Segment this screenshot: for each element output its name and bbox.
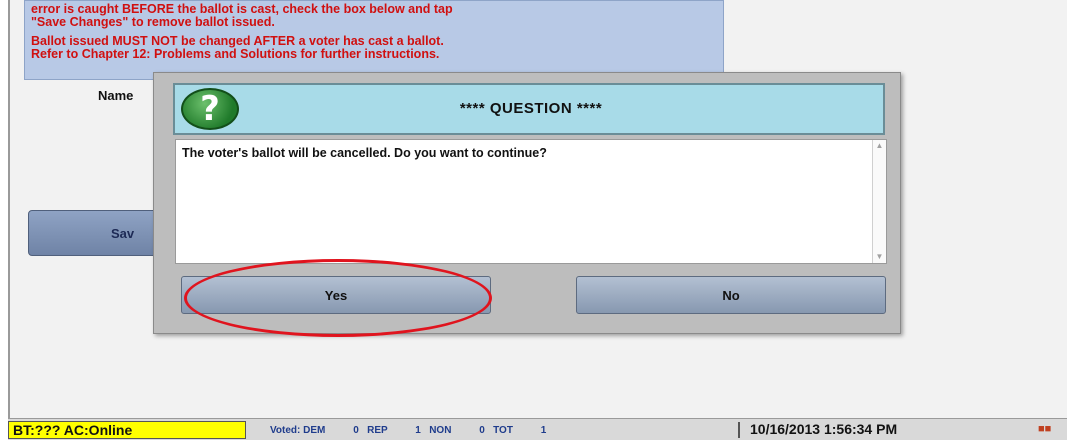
datetime: 10/16/2013 1:56:34 PM xyxy=(750,421,898,437)
no-button[interactable]: No xyxy=(576,276,886,314)
status-separator xyxy=(738,422,740,438)
info-line-3: Ballot issued MUST NOT be changed AFTER … xyxy=(31,34,444,48)
scroll-down-icon[interactable]: ▼ xyxy=(873,251,886,263)
non-label: NON xyxy=(429,425,452,436)
name-label: Name xyxy=(98,88,134,103)
dialog-title: **** QUESTION **** xyxy=(459,100,603,117)
rep-count: 1 xyxy=(415,425,421,436)
dem-label: DEM xyxy=(303,425,326,436)
tot-count: 1 xyxy=(540,425,547,436)
dialog-header: ? **** QUESTION **** xyxy=(173,83,885,135)
bt-status: BT:??? AC:Online xyxy=(8,421,246,439)
info-line-2: "Save Changes" to remove ballot issued. xyxy=(31,15,275,29)
vote-counts: Voted: DEM 0 REP 1 NON 0 TOT 1 xyxy=(270,425,546,436)
rep-label: REP xyxy=(367,425,388,436)
message-scrollbar[interactable]: ▲ ▼ xyxy=(872,140,886,263)
message-area: The voter's ballot will be cancelled. Do… xyxy=(175,139,887,264)
yes-button[interactable]: Yes xyxy=(181,276,491,314)
question-dialog: ? **** QUESTION **** The voter's ballot … xyxy=(153,72,901,334)
dialog-message: The voter's ballot will be cancelled. Do… xyxy=(182,146,547,160)
status-bar: BT:??? AC:Online Voted: DEM 0 REP 1 NON … xyxy=(8,418,1067,440)
instructions-box: error is caught BEFORE the ballot is cas… xyxy=(24,0,724,80)
non-count: 0 xyxy=(479,425,485,436)
tray-icon[interactable]: ■■ xyxy=(1038,423,1051,435)
voted-label: Voted: xyxy=(270,425,301,436)
tot-label: TOT xyxy=(493,425,513,436)
scroll-up-icon[interactable]: ▲ xyxy=(873,140,886,152)
dem-count: 0 xyxy=(353,425,359,436)
info-line-1: error is caught BEFORE the ballot is cas… xyxy=(31,2,453,16)
info-line-4: Refer to Chapter 12: Problems and Soluti… xyxy=(31,47,440,61)
